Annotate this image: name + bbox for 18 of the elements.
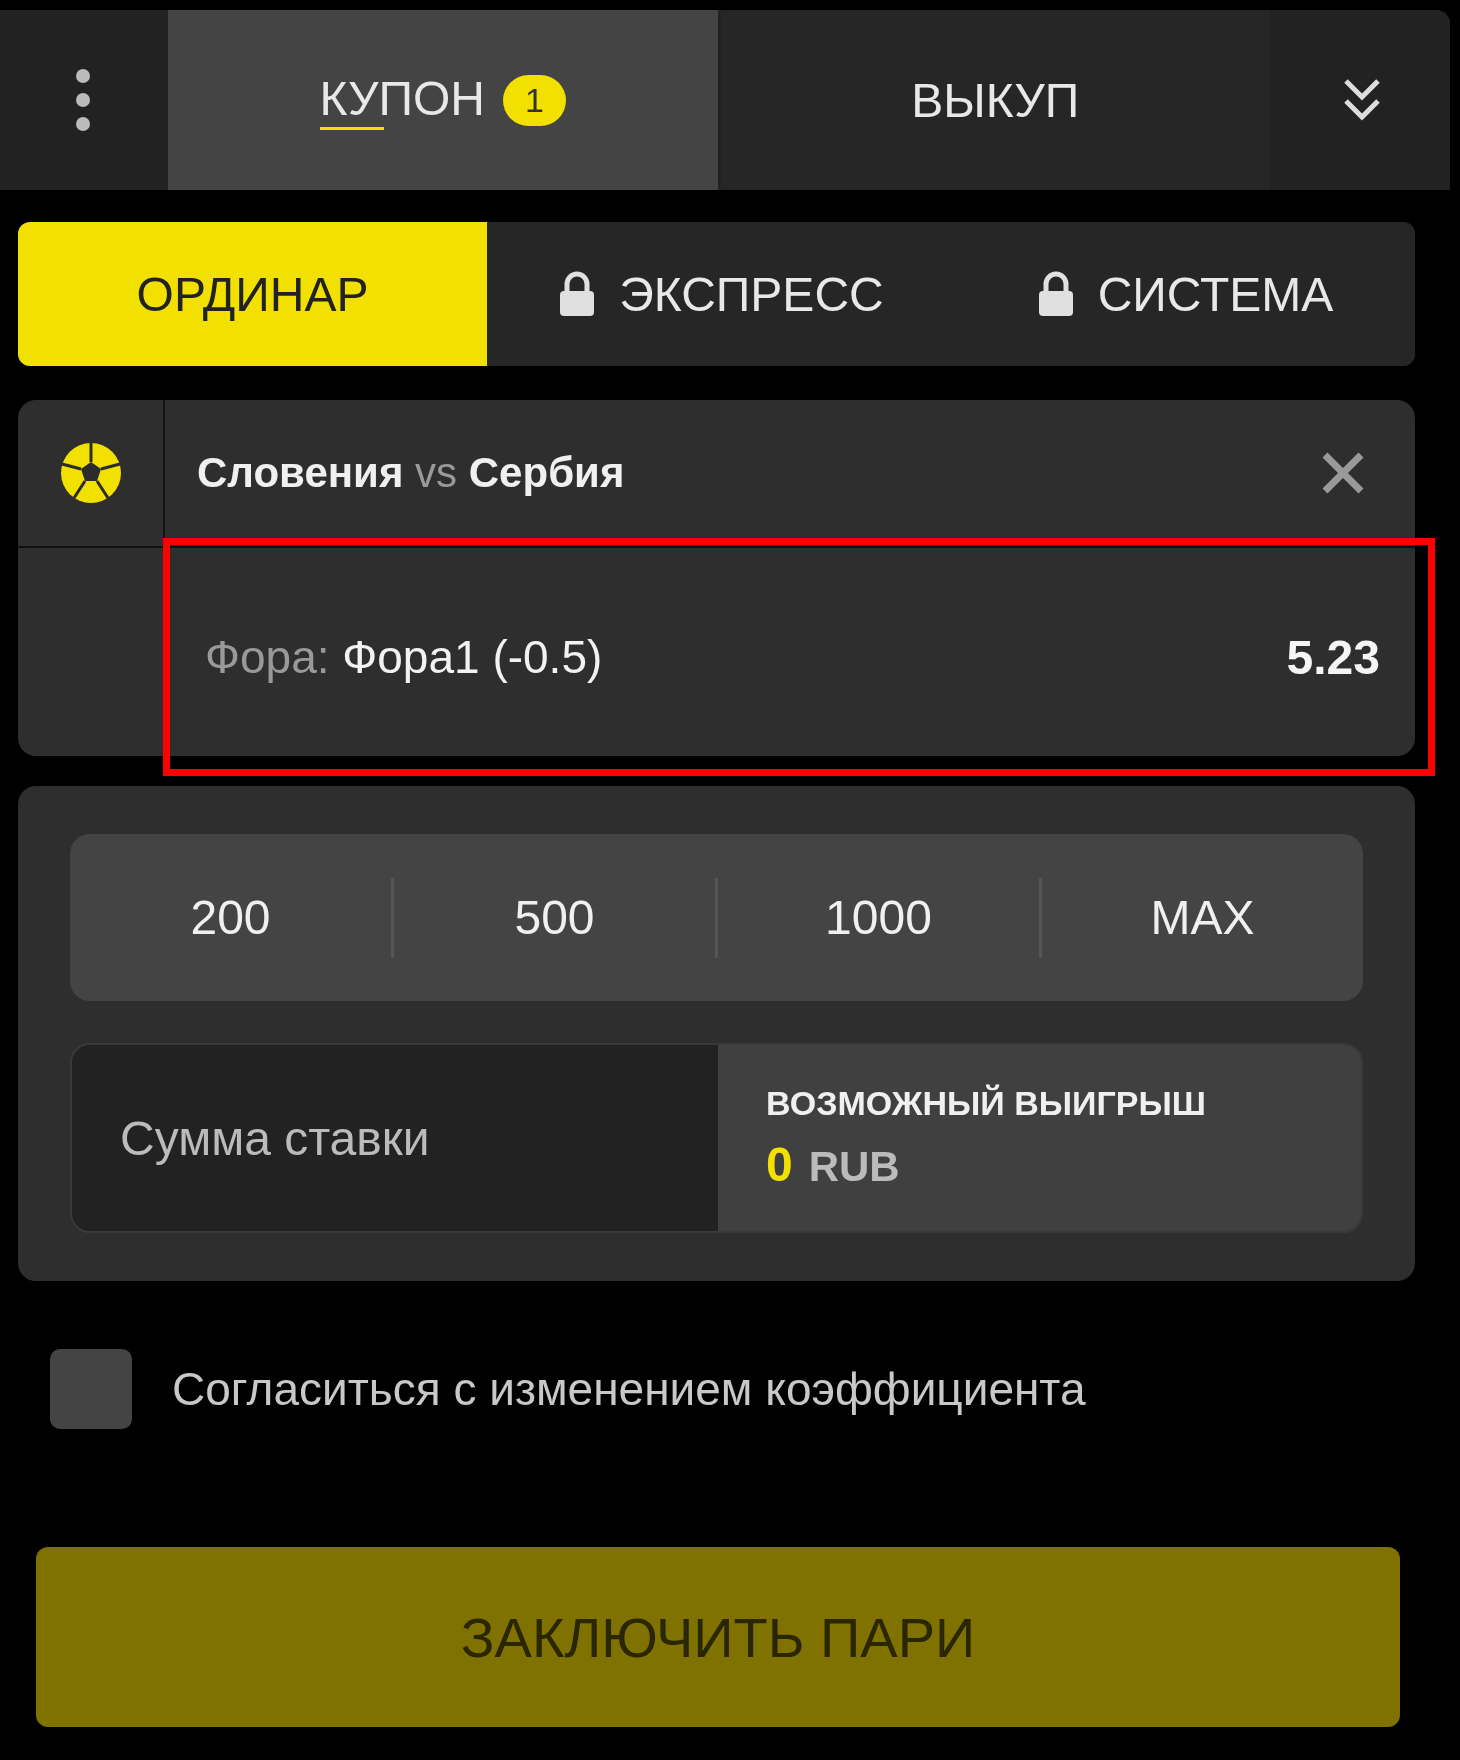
- coupon-tab[interactable]: ВЫКУП: [720, 10, 1270, 190]
- checkbox-label: Согласиться с изменением коэффициента: [172, 1362, 1086, 1416]
- coupon-tab[interactable]: КУПОН 1: [168, 10, 718, 190]
- vertical-dots-icon: [74, 68, 91, 132]
- close-icon: [1321, 451, 1365, 495]
- quick-amount-button[interactable]: 1000: [718, 834, 1039, 1001]
- match-title: Словения vs Сербия: [196, 449, 626, 497]
- close-button[interactable]: [1321, 451, 1365, 495]
- odds-value: 5.23: [1286, 629, 1380, 685]
- bet-type-tab[interactable]: ОРДИНАР: [18, 222, 487, 366]
- count-badge: 1: [503, 74, 566, 126]
- quick-amount-button[interactable]: MAX: [1042, 834, 1363, 1001]
- checkbox[interactable]: [50, 1349, 132, 1429]
- soccer-ball-icon: [59, 442, 122, 504]
- quick-amount-button[interactable]: 500: [394, 834, 715, 1001]
- quick-amount-button[interactable]: 200: [70, 834, 391, 1001]
- double-chevron-icon: [1341, 77, 1382, 123]
- market-outcome: Фора: Фора1 (-0.5): [205, 630, 603, 684]
